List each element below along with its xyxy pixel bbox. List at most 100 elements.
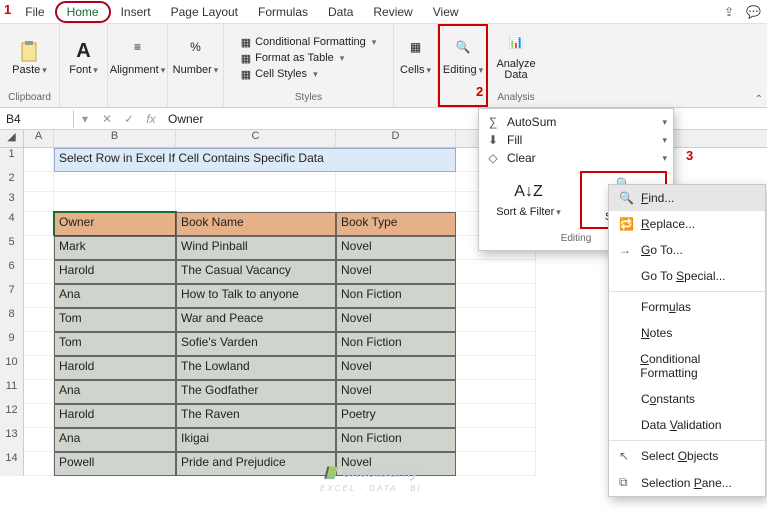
header-booktype[interactable]: Book Type <box>336 212 456 236</box>
table-cell[interactable]: The Raven <box>176 404 336 428</box>
table-cell[interactable]: Powell <box>54 452 176 476</box>
menu-constants[interactable]: Constants <box>609 386 765 412</box>
cancel-icon[interactable]: ✕ <box>96 112 118 126</box>
table-cell[interactable]: Harold <box>54 260 176 284</box>
select-all[interactable]: ◢ <box>0 130 24 147</box>
fx-icon[interactable]: fx <box>140 112 162 126</box>
table-cell[interactable]: The Casual Vacancy <box>176 260 336 284</box>
table-cell[interactable]: Non Fiction <box>336 284 456 308</box>
table-cell[interactable]: Poetry <box>336 404 456 428</box>
col-c[interactable]: C <box>176 130 336 147</box>
share-icon[interactable]: ⇪ <box>718 3 740 21</box>
sort-filter-button[interactable]: A↓ZSort & Filter <box>485 171 572 229</box>
cell-styles-button[interactable]: ▦Cell Styles <box>237 67 381 82</box>
tab-view[interactable]: View <box>423 1 469 23</box>
menu-goto-special[interactable]: Go To Special... <box>609 263 765 289</box>
autosum-button[interactable]: ∑AutoSum▾ <box>481 113 671 131</box>
number-button[interactable]: %Number <box>167 36 225 80</box>
group-clipboard-label: Clipboard <box>8 90 51 105</box>
collapse-ribbon-icon[interactable]: ⌃ <box>755 94 763 105</box>
table-cell[interactable]: Tom <box>54 308 176 332</box>
sigma-icon: ∑ <box>485 115 501 129</box>
tab-formulas[interactable]: Formulas <box>248 1 318 23</box>
name-box[interactable]: B4 <box>0 110 74 128</box>
table-cell[interactable]: Novel <box>336 260 456 284</box>
table-cell[interactable]: Novel <box>336 356 456 380</box>
table-cell[interactable]: Mark <box>54 236 176 260</box>
row-14[interactable]: 14 <box>0 452 24 476</box>
menu-selection-pane[interactable]: ⧉Selection Pane... <box>609 469 765 496</box>
tab-data[interactable]: Data <box>318 1 363 23</box>
table-cell[interactable]: The Godfather <box>176 380 336 404</box>
analyze-data-button[interactable]: 📊Analyze Data <box>490 31 541 85</box>
table-cell[interactable]: Pride and Prejudice <box>176 452 336 476</box>
menu-notes[interactable]: Notes <box>609 320 765 346</box>
col-a[interactable]: A <box>24 130 54 147</box>
table-cell[interactable]: Ana <box>54 284 176 308</box>
tab-insert[interactable]: Insert <box>111 1 161 23</box>
menu-find[interactable]: 🔍FFind...ind... <box>609 185 765 211</box>
table-cell[interactable]: War and Peace <box>176 308 336 332</box>
conditional-formatting-button[interactable]: ▦Conditional Formatting <box>237 35 381 50</box>
header-bookname[interactable]: Book Name <box>176 212 336 236</box>
alignment-button[interactable]: ≡Alignment <box>104 36 171 80</box>
formula-value[interactable]: Owner <box>162 112 203 126</box>
row-5[interactable]: 5 <box>0 236 24 260</box>
cell[interactable] <box>24 148 54 172</box>
fill-icon: ⬇ <box>485 133 501 147</box>
namebox-dropdown-icon[interactable]: ▾ <box>74 112 96 126</box>
menu-replace[interactable]: 🔁Replace... <box>609 211 765 237</box>
table-cell[interactable]: Tom <box>54 332 176 356</box>
menu-goto[interactable]: →Go To... <box>609 237 765 263</box>
table-cell[interactable]: Harold <box>54 356 176 380</box>
row-4[interactable]: 4 <box>0 212 24 236</box>
col-b[interactable]: B <box>54 130 176 147</box>
table-cell[interactable]: Novel <box>336 308 456 332</box>
ribbon-tabs: 1 File Home Insert Page Layout Formulas … <box>0 0 767 24</box>
table-cell[interactable]: How to Talk to anyone <box>176 284 336 308</box>
col-d[interactable]: D <box>336 130 456 147</box>
row-12[interactable]: 12 <box>0 404 24 428</box>
table-cell[interactable]: Novel <box>336 380 456 404</box>
row-7[interactable]: 7 <box>0 284 24 308</box>
row-2[interactable]: 2 <box>0 172 24 192</box>
tab-review[interactable]: Review <box>363 1 422 23</box>
font-button[interactable]: AFont <box>63 36 104 80</box>
comments-icon[interactable]: 💬 <box>740 3 767 21</box>
row-11[interactable]: 11 <box>0 380 24 404</box>
menu-select-objects[interactable]: ↖Select Objects <box>609 443 765 469</box>
format-as-table-button[interactable]: ▦Format as Table <box>237 51 381 66</box>
tab-file[interactable]: File <box>15 1 54 23</box>
table-cell[interactable]: Wind Pinball <box>176 236 336 260</box>
table-cell[interactable]: Ana <box>54 428 176 452</box>
table-cell[interactable]: Non Fiction <box>336 332 456 356</box>
table-cell[interactable]: Ikigai <box>176 428 336 452</box>
table-cell[interactable]: Harold <box>54 404 176 428</box>
row-8[interactable]: 8 <box>0 308 24 332</box>
menu-formulas[interactable]: Formulas <box>609 294 765 320</box>
menu-conditional-formatting[interactable]: Conditional Formatting <box>609 346 765 386</box>
row-6[interactable]: 6 <box>0 260 24 284</box>
tab-home[interactable]: Home <box>55 1 111 23</box>
cells-button[interactable]: ▦Cells <box>394 36 437 80</box>
fill-button[interactable]: ⬇Fill▾ <box>481 131 671 149</box>
row-10[interactable]: 10 <box>0 356 24 380</box>
table-cell[interactable]: Novel <box>336 236 456 260</box>
row-3[interactable]: 3 <box>0 192 24 212</box>
table-icon: ▦ <box>241 36 251 49</box>
row-9[interactable]: 9 <box>0 332 24 356</box>
paste-button[interactable]: Paste <box>6 36 53 80</box>
editing-button[interactable]: 🔍Editing <box>437 36 489 80</box>
row-1[interactable]: 1 <box>0 148 24 172</box>
table-cell[interactable]: Sofie's Varden <box>176 332 336 356</box>
menu-data-validation[interactable]: Data Validation <box>609 412 765 438</box>
table-cell[interactable]: Ana <box>54 380 176 404</box>
header-owner[interactable]: Owner <box>54 212 176 236</box>
row-13[interactable]: 13 <box>0 428 24 452</box>
tab-page-layout[interactable]: Page Layout <box>161 1 248 23</box>
enter-icon[interactable]: ✓ <box>118 112 140 126</box>
clear-button[interactable]: ◇Clear▾ <box>481 149 671 167</box>
title-cell[interactable]: Select Row in Excel If Cell Contains Spe… <box>54 148 456 172</box>
table-cell[interactable]: Non Fiction <box>336 428 456 452</box>
table-cell[interactable]: The Lowland <box>176 356 336 380</box>
